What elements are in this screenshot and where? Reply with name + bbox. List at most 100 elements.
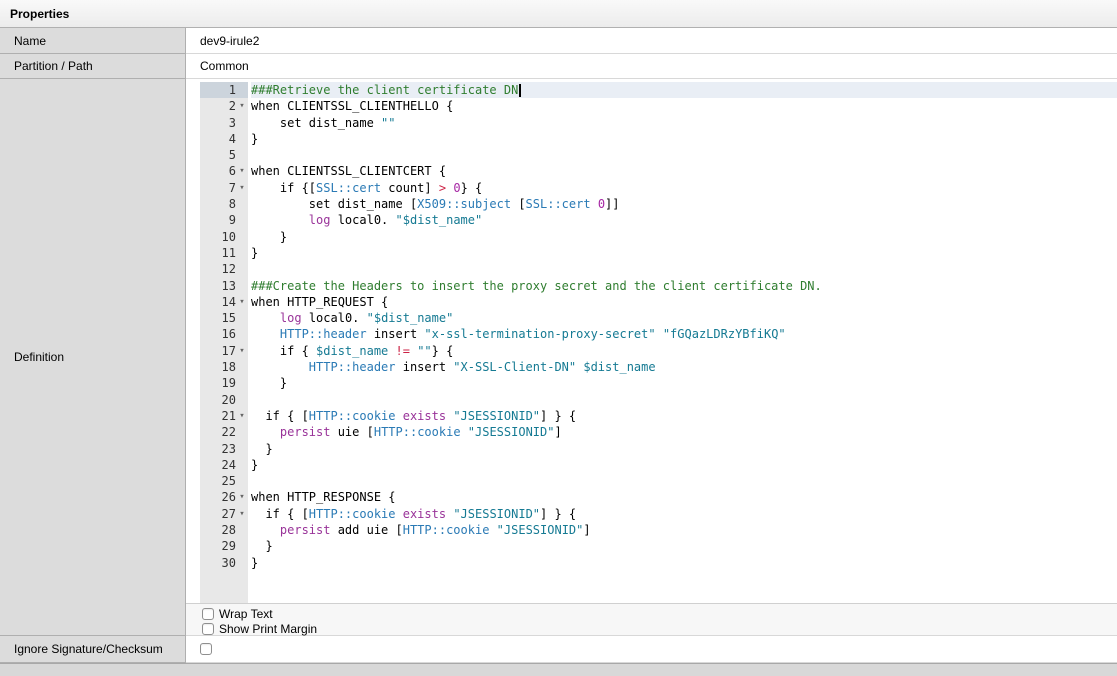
code-line-16[interactable]: HTTP::header insert "x-ssl-termination-p…	[251, 326, 1117, 342]
fold-arrow-icon[interactable]: ▾	[236, 489, 248, 505]
line-number-11: 11	[200, 245, 248, 261]
line-number: 16	[222, 326, 236, 342]
code-line-29[interactable]: }	[251, 538, 1117, 554]
fold-toggle-line-26[interactable]: 26▾	[200, 489, 248, 505]
line-number: 8	[229, 196, 236, 212]
code-line-8[interactable]: set dist_name [X509::subject [SSL::cert …	[251, 196, 1117, 212]
editor-gutter: 12▾3456▾7▾891011121314▾151617▾18192021▾2…	[200, 82, 248, 603]
code-line-28[interactable]: persist add uie [HTTP::cookie "JSESSIONI…	[251, 522, 1117, 538]
row-partition: Partition / Path Common	[0, 54, 1117, 79]
code-line-25[interactable]	[251, 473, 1117, 489]
wrap-text-option: Wrap Text	[202, 606, 1117, 621]
fold-arrow-icon[interactable]: ▾	[236, 294, 248, 310]
fold-arrow-icon[interactable]: ▾	[236, 506, 248, 522]
ignore-signature-value	[186, 636, 1117, 663]
line-number-18: 18	[200, 359, 248, 375]
code-line-5[interactable]	[251, 147, 1117, 163]
fold-arrow-icon[interactable]: ▾	[236, 163, 248, 179]
line-number: 4	[229, 131, 236, 147]
code-line-4[interactable]: }	[251, 131, 1117, 147]
fold-toggle-line-17[interactable]: 17▾	[200, 343, 248, 359]
line-number: 27	[222, 506, 236, 522]
fold-toggle-line-27[interactable]: 27▾	[200, 506, 248, 522]
line-number-12: 12	[200, 261, 248, 277]
line-number-13: 13	[200, 278, 248, 294]
line-number-9: 9	[200, 212, 248, 228]
show-print-margin-option: Show Print Margin	[202, 621, 1117, 636]
code-line-20[interactable]	[251, 392, 1117, 408]
ignore-signature-checkbox[interactable]	[200, 643, 212, 655]
page-footer	[0, 663, 1117, 676]
line-number: 12	[222, 261, 236, 277]
code-line-3[interactable]: set dist_name ""	[251, 115, 1117, 131]
line-number: 6	[229, 163, 236, 179]
irule-properties-page: Properties Name dev9-irule2 Partition / …	[0, 0, 1117, 676]
code-line-15[interactable]: log local0. "$dist_name"	[251, 310, 1117, 326]
code-line-26[interactable]: when HTTP_RESPONSE {	[251, 489, 1117, 505]
line-number-4: 4	[200, 131, 248, 147]
fold-toggle-line-21[interactable]: 21▾	[200, 408, 248, 424]
line-number: 21	[222, 408, 236, 424]
line-number: 1	[229, 82, 236, 98]
line-number: 11	[222, 245, 236, 261]
wrap-text-checkbox[interactable]	[202, 608, 214, 620]
line-number-3: 3	[200, 115, 248, 131]
fold-arrow-icon[interactable]: ▾	[236, 343, 248, 359]
code-line-1[interactable]: ###Retrieve the client certificate DN	[251, 82, 1117, 98]
line-number: 20	[222, 392, 236, 408]
line-number-19: 19	[200, 375, 248, 391]
fold-arrow-icon[interactable]: ▾	[236, 98, 248, 114]
fold-toggle-line-2[interactable]: 2▾	[200, 98, 248, 114]
line-number-16: 16	[200, 326, 248, 342]
line-number: 5	[229, 147, 236, 163]
line-number: 24	[222, 457, 236, 473]
line-number: 2	[229, 98, 236, 114]
line-number: 26	[222, 489, 236, 505]
code-line-2[interactable]: when CLIENTSSL_CLIENTHELLO {	[251, 98, 1117, 114]
line-number-25: 25	[200, 473, 248, 489]
code-line-22[interactable]: persist uie [HTTP::cookie "JSESSIONID"]	[251, 424, 1117, 440]
name-value: dev9-irule2	[186, 28, 1117, 54]
line-number-8: 8	[200, 196, 248, 212]
line-number: 15	[222, 310, 236, 326]
partition-path-value: Common	[186, 54, 1117, 79]
line-number: 23	[222, 441, 236, 457]
code-line-14[interactable]: when HTTP_REQUEST {	[251, 294, 1117, 310]
fold-toggle-line-7[interactable]: 7▾	[200, 180, 248, 196]
code-line-17[interactable]: if { $dist_name != ""} {	[251, 343, 1117, 359]
code-line-10[interactable]: }	[251, 229, 1117, 245]
code-line-24[interactable]: }	[251, 457, 1117, 473]
fold-arrow-icon[interactable]: ▾	[236, 408, 248, 424]
line-number-30: 30	[200, 555, 248, 571]
line-number: 18	[222, 359, 236, 375]
fold-toggle-line-6[interactable]: 6▾	[200, 163, 248, 179]
line-number-15: 15	[200, 310, 248, 326]
code-line-27[interactable]: if { [HTTP::cookie exists "JSESSIONID"] …	[251, 506, 1117, 522]
line-number-20: 20	[200, 392, 248, 408]
code-line-6[interactable]: when CLIENTSSL_CLIENTCERT {	[251, 163, 1117, 179]
fold-arrow-icon[interactable]: ▾	[236, 180, 248, 196]
code-line-13[interactable]: ###Create the Headers to insert the prox…	[251, 278, 1117, 294]
line-number: 22	[222, 424, 236, 440]
row-ignore-signature: Ignore Signature/Checksum	[0, 636, 1117, 663]
line-number-29: 29	[200, 538, 248, 554]
code-editor[interactable]: 12▾3456▾7▾891011121314▾151617▾18192021▾2…	[200, 82, 1117, 603]
definition-value: 12▾3456▾7▾891011121314▾151617▾18192021▾2…	[186, 79, 1117, 636]
code-line-12[interactable]	[251, 261, 1117, 277]
editor-code[interactable]: ###Retrieve the client certificate DNwhe…	[248, 82, 1117, 603]
fold-toggle-line-14[interactable]: 14▾	[200, 294, 248, 310]
code-line-9[interactable]: log local0. "$dist_name"	[251, 212, 1117, 228]
code-line-7[interactable]: if {[SSL::cert count] > 0} {	[251, 180, 1117, 196]
show-print-margin-checkbox[interactable]	[202, 623, 214, 635]
code-line-19[interactable]: }	[251, 375, 1117, 391]
partition-path-label: Partition / Path	[0, 54, 186, 79]
code-line-23[interactable]: }	[251, 441, 1117, 457]
line-number: 7	[229, 180, 236, 196]
code-line-21[interactable]: if { [HTTP::cookie exists "JSESSIONID"] …	[251, 408, 1117, 424]
code-line-30[interactable]: }	[251, 555, 1117, 571]
code-line-11[interactable]: }	[251, 245, 1117, 261]
code-line-18[interactable]: HTTP::header insert "X-SSL-Client-DN" $d…	[251, 359, 1117, 375]
line-number: 13	[222, 278, 236, 294]
line-number: 29	[222, 538, 236, 554]
line-number-5: 5	[200, 147, 248, 163]
